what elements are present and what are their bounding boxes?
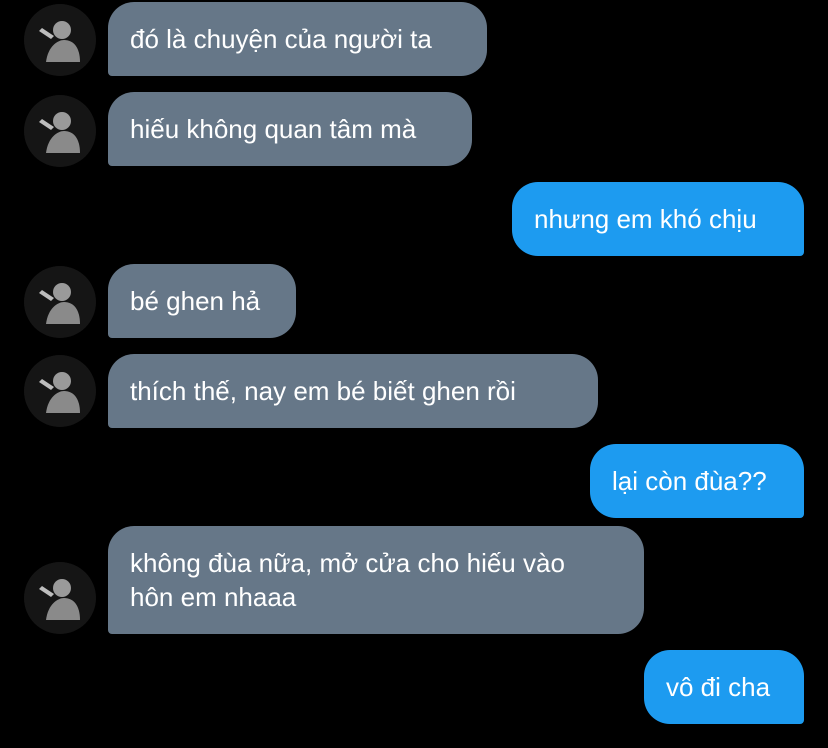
avatar[interactable] xyxy=(24,266,96,338)
profile-photo-icon xyxy=(24,95,96,167)
message-bubble-incoming[interactable]: bé ghen hả xyxy=(108,264,296,338)
profile-photo-icon xyxy=(24,4,96,76)
message-text: bé ghen hả xyxy=(130,286,261,316)
message-text: lại còn đùa?? xyxy=(612,466,767,496)
message-text: đó là chuyện của người ta xyxy=(130,24,432,54)
avatar[interactable] xyxy=(24,95,96,167)
message-bubble-incoming[interactable]: không đùa nữa, mở cửa cho hiếu vào hôn e… xyxy=(108,526,644,634)
message-text: hiếu không quan tâm mà xyxy=(130,114,417,144)
message-text-line: hôn em nhaaa xyxy=(130,582,297,612)
message-bubble-outgoing[interactable]: vô đi cha xyxy=(644,650,804,724)
message-bubble-outgoing[interactable]: lại còn đùa?? xyxy=(590,444,804,518)
message-bubble-incoming[interactable]: đó là chuyện của người ta xyxy=(108,2,487,76)
message-text-line: không đùa nữa, mở cửa cho hiếu vào xyxy=(130,548,565,578)
message-text: nhưng em khó chịu xyxy=(534,204,757,234)
message-bubble-incoming[interactable]: hiếu không quan tâm mà xyxy=(108,92,472,166)
profile-photo-icon xyxy=(24,266,96,338)
avatar[interactable] xyxy=(24,562,96,634)
avatar[interactable] xyxy=(24,4,96,76)
chat-thread: đó là chuyện của người ta hiếu không qua… xyxy=(0,0,828,748)
message-bubble-outgoing[interactable]: nhưng em khó chịu xyxy=(512,182,804,256)
avatar[interactable] xyxy=(24,355,96,427)
message-text: vô đi cha xyxy=(666,672,771,702)
profile-photo-icon xyxy=(24,355,96,427)
profile-photo-icon xyxy=(24,562,96,634)
message-bubble-incoming[interactable]: thích thế, nay em bé biết ghen rồi xyxy=(108,354,598,428)
message-text: thích thế, nay em bé biết ghen rồi xyxy=(130,376,516,406)
